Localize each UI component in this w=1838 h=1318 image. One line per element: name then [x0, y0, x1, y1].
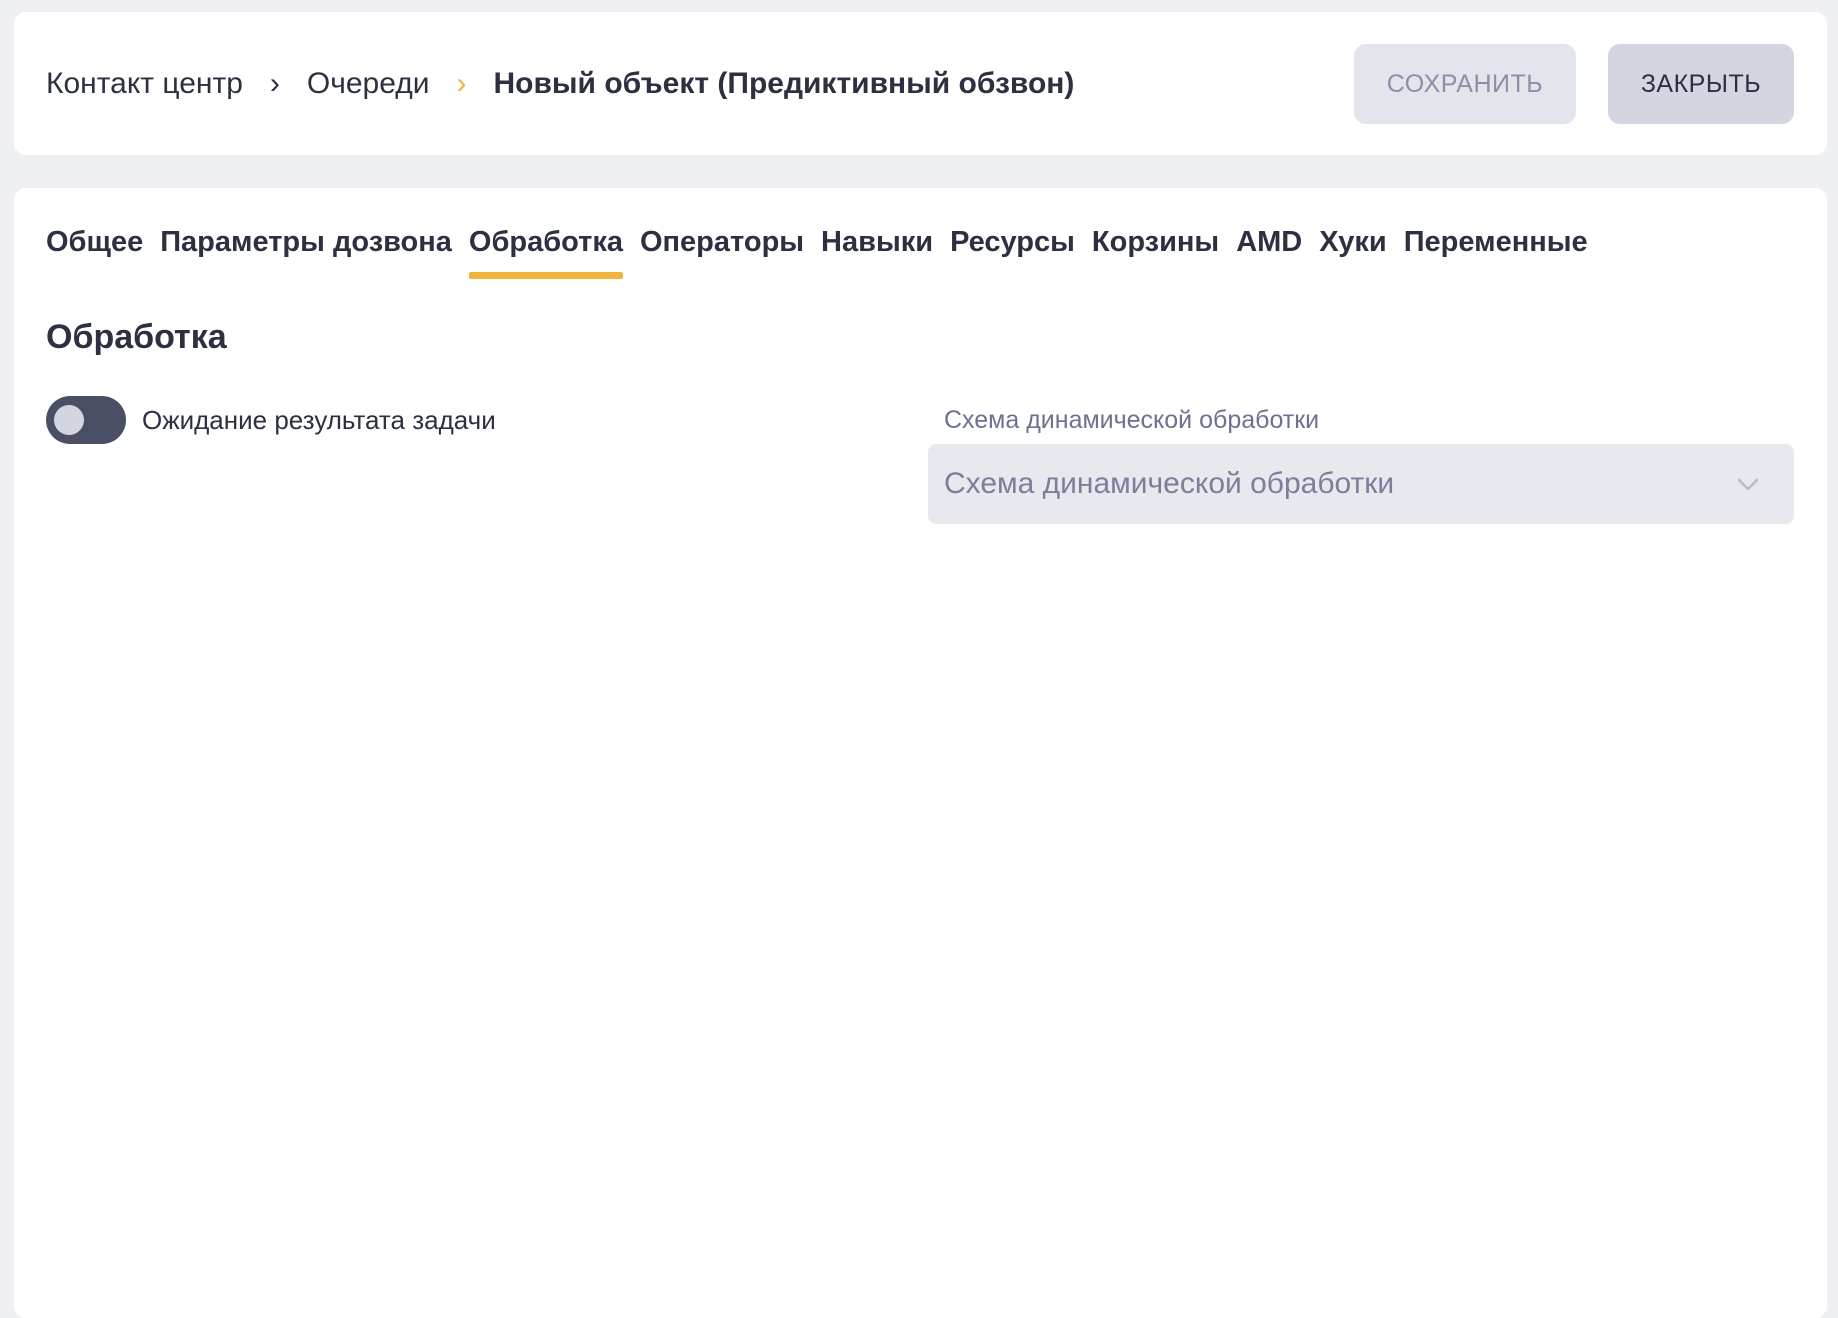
tab-variables[interactable]: Переменные: [1404, 226, 1588, 279]
tab-general[interactable]: Общее: [46, 226, 143, 279]
main-panel: Общее Параметры дозвона Обработка Операт…: [14, 188, 1827, 1318]
dynamic-scheme-select[interactable]: Схема динамической обработки: [928, 444, 1794, 524]
dynamic-scheme-placeholder: Схема динамической обработки: [944, 467, 1395, 500]
tab-baskets[interactable]: Корзины: [1092, 226, 1219, 279]
dynamic-scheme-label: Схема динамической обработки: [944, 406, 1320, 434]
close-button[interactable]: ЗАКРЫТЬ: [1608, 44, 1794, 124]
toggle-knob: [54, 405, 84, 435]
save-button[interactable]: СОХРАНИТЬ: [1354, 44, 1576, 124]
header-bar: Контакт центр › Очереди › Новый объект (…: [14, 12, 1827, 155]
wait-task-result-toggle[interactable]: [46, 396, 126, 444]
breadcrumb: Контакт центр › Очереди › Новый объект (…: [46, 12, 1074, 155]
tab-hooks[interactable]: Хуки: [1319, 226, 1386, 279]
breadcrumb-separator-icon: ›: [456, 66, 467, 100]
breadcrumb-separator-icon: ›: [269, 66, 280, 100]
tab-bar: Общее Параметры дозвона Обработка Операт…: [46, 226, 1605, 279]
tab-operators[interactable]: Операторы: [640, 226, 804, 279]
tab-amd[interactable]: AMD: [1236, 226, 1302, 279]
wait-task-result-row: Ожидание результата задачи: [46, 396, 496, 444]
tab-processing[interactable]: Обработка: [468, 226, 624, 279]
tab-dial-parameters[interactable]: Параметры дозвона: [160, 226, 452, 279]
section-title: Обработка: [46, 318, 227, 356]
breadcrumb-item-contact-center[interactable]: Контакт центр: [46, 67, 243, 101]
chevron-down-icon: [1737, 478, 1759, 491]
breadcrumb-item-queues[interactable]: Очереди: [307, 67, 430, 101]
breadcrumb-current: Новый объект (Предиктивный обзвон): [493, 66, 1075, 100]
tab-resources[interactable]: Ресурсы: [950, 226, 1075, 279]
wait-task-result-label: Ожидание результата задачи: [142, 404, 496, 435]
tab-skills[interactable]: Навыки: [821, 226, 933, 279]
